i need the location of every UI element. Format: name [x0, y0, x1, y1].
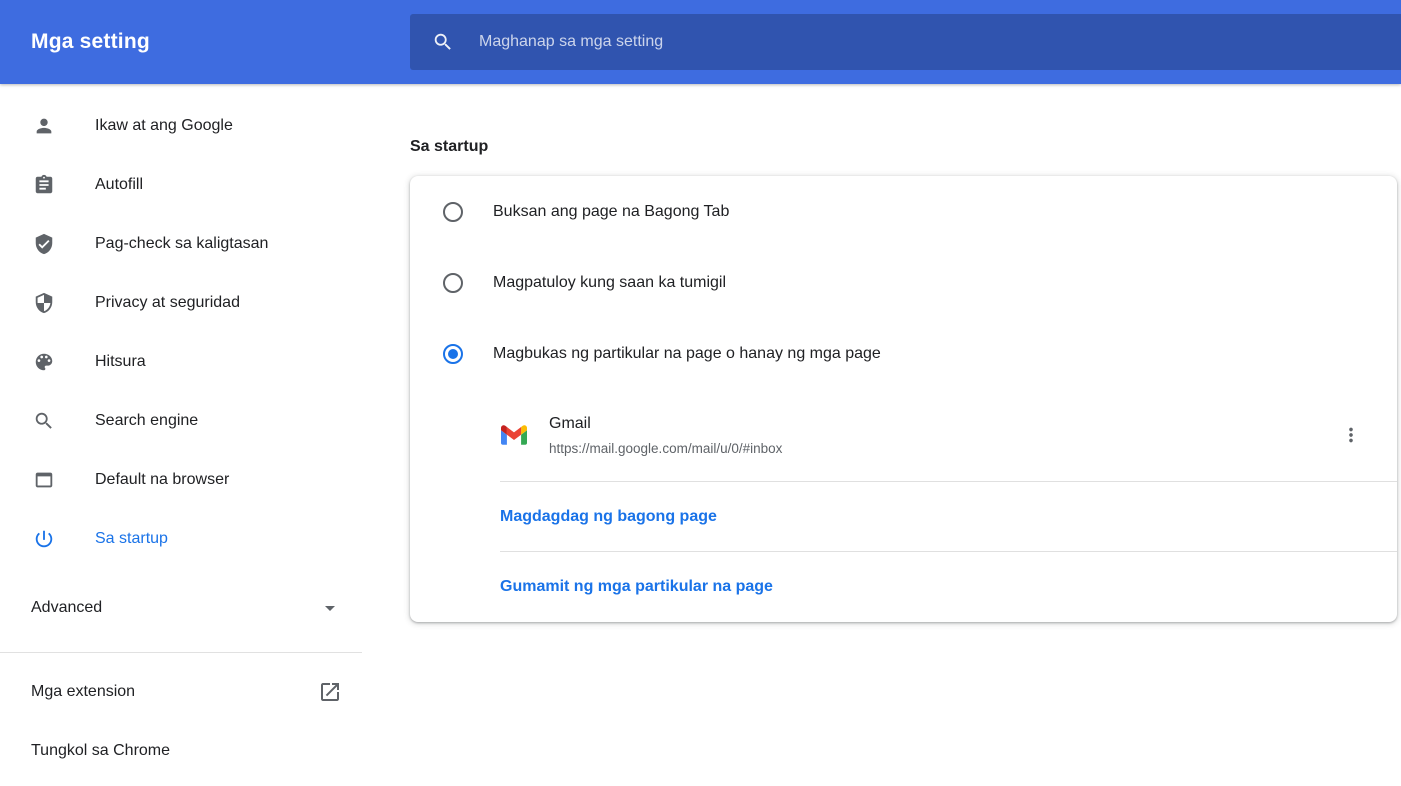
page-heading: Sa startup [410, 136, 1401, 157]
page-title: Mga setting [31, 30, 150, 54]
chevron-down-icon [318, 596, 342, 620]
shield-check-icon [33, 233, 55, 255]
sidebar-item-label: Privacy at seguridad [95, 294, 240, 312]
extensions-label: Mga extension [31, 683, 135, 701]
site-info: Gmail https://mail.google.com/mail/u/0/#… [549, 414, 782, 457]
radio-button[interactable] [443, 344, 463, 364]
sidebar-item-hitsura[interactable]: Hitsura [0, 332, 410, 391]
open-in-new-icon [318, 680, 342, 704]
sidebar-item-label: Default na browser [95, 471, 229, 489]
sidebar-item-tungkol-sa-chrome[interactable]: Tungkol sa Chrome [0, 721, 410, 780]
sidebar-item-mga-extension[interactable]: Mga extension [0, 662, 410, 721]
sidebar-item-label: Sa startup [95, 530, 168, 548]
radio-button[interactable] [443, 273, 463, 293]
gmail-icon [501, 425, 527, 445]
settings-header: Mga setting [0, 0, 1401, 84]
add-new-page-button[interactable]: Magdagdag ng bagong page [410, 482, 1397, 551]
add-new-page-label: Magdagdag ng bagong page [500, 508, 717, 526]
sidebar-item-label: Search engine [95, 412, 198, 430]
palette-icon [33, 351, 55, 373]
sidebar-advanced-toggle[interactable]: Advanced [0, 578, 410, 637]
person-icon [33, 115, 55, 137]
sidebar-item-label: Pag-check sa kaligtasan [95, 235, 268, 253]
site-url: https://mail.google.com/mail/u/0/#inbox [549, 440, 782, 457]
site-title: Gmail [549, 414, 782, 434]
use-current-pages-button[interactable]: Gumamit ng mga partikular na page [410, 552, 1397, 622]
search-icon [432, 31, 454, 53]
startup-option-new-tab[interactable]: Buksan ang page na Bagong Tab [410, 176, 1397, 247]
sidebar-item-sa-startup[interactable]: Sa startup [0, 509, 410, 568]
use-current-pages-label: Gumamit ng mga partikular na page [500, 578, 773, 596]
sidebar-item-label: Autofill [95, 176, 143, 194]
search-input[interactable] [479, 33, 1401, 51]
sidebar-item-autofill[interactable]: Autofill [0, 155, 410, 214]
clipboard-icon [33, 174, 55, 196]
option-label: Buksan ang page na Bagong Tab [493, 203, 729, 221]
more-vert-icon [1340, 424, 1362, 446]
sidebar-item-default-na-browser[interactable]: Default na browser [0, 450, 410, 509]
sidebar-item-label: Hitsura [95, 353, 146, 371]
startup-options-card: Buksan ang page na Bagong Tab Magpatuloy… [410, 176, 1397, 622]
settings-main: Sa startup Buksan ang page na Bagong Tab… [410, 84, 1401, 786]
settings-sidebar: Ikaw at ang Google Autofill Pag-check sa… [0, 84, 410, 786]
shield-icon [33, 292, 55, 314]
search-icon [33, 410, 55, 432]
sidebar-item-ikaw-at-ang-google[interactable]: Ikaw at ang Google [0, 96, 410, 155]
option-label: Magbukas ng partikular na page o hanay n… [493, 345, 881, 363]
sidebar-divider [0, 652, 362, 653]
advanced-label: Advanced [31, 599, 102, 617]
startup-page-row-gmail: Gmail https://mail.google.com/mail/u/0/#… [410, 389, 1397, 481]
settings-search[interactable] [410, 14, 1401, 70]
page-more-options-button[interactable] [1333, 417, 1369, 453]
option-label: Magpatuloy kung saan ka tumigil [493, 274, 726, 292]
startup-option-continue[interactable]: Magpatuloy kung saan ka tumigil [410, 247, 1397, 318]
sidebar-item-search-engine[interactable]: Search engine [0, 391, 410, 450]
browser-window-icon [33, 469, 55, 491]
power-icon [33, 528, 55, 550]
radio-button[interactable] [443, 202, 463, 222]
startup-option-specific-pages[interactable]: Magbukas ng partikular na page o hanay n… [410, 318, 1397, 389]
sidebar-item-privacy-at-seguridad[interactable]: Privacy at seguridad [0, 273, 410, 332]
sidebar-item-pag-check-sa-kaligtasan[interactable]: Pag-check sa kaligtasan [0, 214, 410, 273]
about-chrome-label: Tungkol sa Chrome [31, 742, 170, 760]
sidebar-item-label: Ikaw at ang Google [95, 117, 233, 135]
